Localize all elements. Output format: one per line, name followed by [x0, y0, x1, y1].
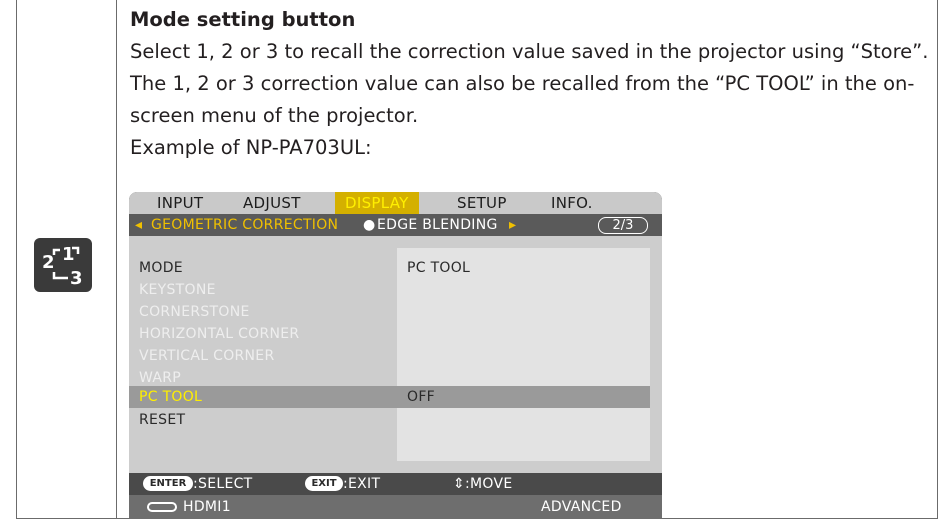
menu-item-horizontal-corner: HORIZONTAL CORNER [139, 326, 300, 342]
value-panel [397, 248, 650, 461]
menu-item-cornerstone: CORNERSTONE [139, 304, 250, 320]
selection-highlight [129, 386, 650, 408]
menu-item-warp: WARP [139, 370, 182, 386]
example-caption: Example of NP-PA703UL: [130, 136, 372, 159]
status-bar: HDMI1 ADVANCED [129, 495, 662, 519]
description-line-2: The 1, 2 or 3 correction value can also … [130, 72, 915, 95]
submenu-bullet: ● [363, 217, 376, 233]
key-guide: ENTER :SELECT EXIT :EXIT ⇕:MOVE [129, 473, 662, 495]
tab-input[interactable]: INPUT [157, 194, 203, 212]
tab-display[interactable]: DISPLAY [335, 192, 419, 214]
enter-key-icon: ENTER [143, 476, 193, 491]
submenu-edge-blending[interactable]: EDGE BLENDING [377, 217, 498, 233]
exit-key-icon: EXIT [305, 476, 343, 491]
description: Mode setting button Select 1, 2 or 3 to … [130, 4, 930, 164]
icon-char-2: 2 [42, 252, 55, 273]
menu-item-mode[interactable]: MODE [139, 260, 183, 276]
menu-item-reset[interactable]: RESET [139, 412, 185, 428]
menu-item-keystone: KEYSTONE [139, 282, 216, 298]
mode-value[interactable]: PC TOOL [407, 260, 470, 276]
exit-label: :EXIT [343, 476, 381, 492]
icon-char-3: 3 [70, 268, 83, 289]
pc-tool-value[interactable]: OFF [407, 389, 435, 405]
menu-item-vertical-corner: VERTICAL CORNER [139, 348, 275, 364]
menu-body: MODE KEYSTONE CORNERSTONE HORIZONTAL COR… [129, 236, 662, 473]
section-heading: Mode setting button [130, 8, 356, 31]
description-line-1: Select 1, 2 or 3 to recall the correctio… [130, 40, 929, 63]
menu-mode-label: ADVANCED [541, 499, 622, 515]
enter-select-label: :SELECT [193, 476, 253, 492]
submenu-right-arrow[interactable]: ▸ [509, 217, 516, 233]
tab-info[interactable]: INFO. [551, 194, 593, 212]
mode-setting-icon: 2 1 3 [34, 238, 92, 292]
tab-adjust[interactable]: ADJUST [243, 194, 301, 212]
hdmi-icon [147, 502, 177, 512]
submenu-bar: ◂ GEOMETRIC CORRECTION ● EDGE BLENDING ▸… [129, 214, 662, 236]
table-divider [116, 0, 117, 519]
description-line-3: screen menu of the projector. [130, 104, 419, 127]
osd-menu: INPUT ADJUST DISPLAY SETUP INFO. ◂ GEOME… [129, 192, 662, 519]
page-indicator: 2/3 [598, 217, 648, 234]
menu-item-pc-tool[interactable]: PC TOOL [139, 389, 202, 405]
menu-tabs: INPUT ADJUST DISPLAY SETUP INFO. [129, 192, 662, 214]
submenu-left-arrow[interactable]: ◂ [135, 217, 142, 233]
submenu-geometric-correction[interactable]: GEOMETRIC CORRECTION [151, 217, 338, 233]
move-label: ⇕:MOVE [453, 476, 513, 492]
input-source: HDMI1 [183, 499, 231, 515]
tab-setup[interactable]: SETUP [457, 194, 507, 212]
